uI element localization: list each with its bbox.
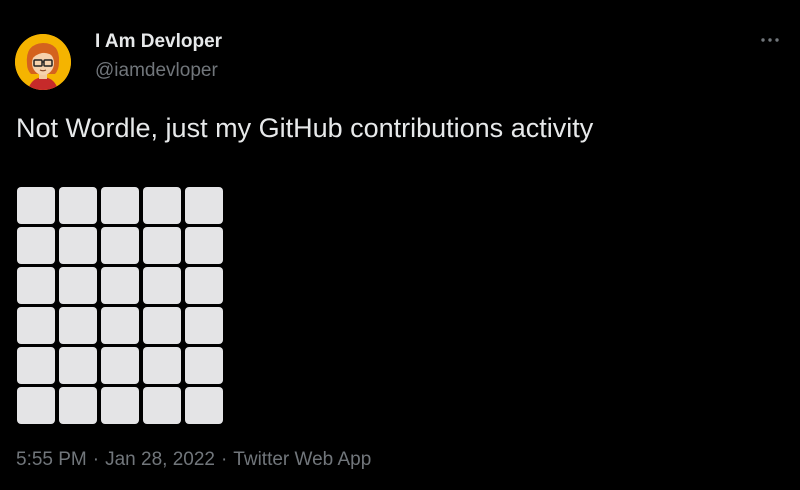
more-horizontal-icon <box>761 38 779 42</box>
tweet-time[interactable]: 5:55 PM <box>16 449 87 470</box>
grid-tile <box>143 307 181 344</box>
grid-tile <box>17 347 55 384</box>
user-handle[interactable]: @iamdevloper <box>95 60 218 82</box>
grid-tile <box>143 347 181 384</box>
grid-tile <box>185 307 223 344</box>
grid-tile <box>59 227 97 264</box>
more-options-button[interactable] <box>755 30 785 50</box>
grid-tile <box>101 387 139 424</box>
contribution-grid <box>17 187 223 424</box>
grid-tile <box>185 267 223 304</box>
avatar[interactable] <box>15 34 71 90</box>
grid-tile <box>59 187 97 224</box>
grid-tile <box>143 387 181 424</box>
grid-tile <box>185 187 223 224</box>
tweet-text: Not Wordle, just my GitHub contributions… <box>16 113 594 143</box>
grid-tile <box>59 267 97 304</box>
grid-tile <box>17 187 55 224</box>
grid-tile <box>17 387 55 424</box>
grid-tile <box>143 227 181 264</box>
separator-dot: · <box>92 449 100 470</box>
grid-tile <box>101 187 139 224</box>
grid-tile <box>101 227 139 264</box>
tweet-date[interactable]: Jan 28, 2022 <box>105 449 215 470</box>
grid-tile <box>143 187 181 224</box>
grid-tile <box>101 307 139 344</box>
grid-tile <box>185 347 223 384</box>
grid-tile <box>143 267 181 304</box>
grid-tile <box>101 267 139 304</box>
grid-tile <box>17 227 55 264</box>
tweet-source[interactable]: Twitter Web App <box>233 449 371 470</box>
grid-tile <box>185 387 223 424</box>
grid-tile <box>101 347 139 384</box>
grid-tile <box>17 267 55 304</box>
cartoon-developer-avatar-icon <box>15 34 71 90</box>
grid-tile <box>17 307 55 344</box>
grid-tile <box>185 227 223 264</box>
tweet-metadata: 5:55 PM · Jan 28, 2022 · Twitter Web App <box>16 449 371 471</box>
grid-tile <box>59 307 97 344</box>
display-name[interactable]: I Am Devloper <box>95 31 222 53</box>
grid-tile <box>59 387 97 424</box>
separator-dot: · <box>220 449 228 470</box>
grid-tile <box>59 347 97 384</box>
